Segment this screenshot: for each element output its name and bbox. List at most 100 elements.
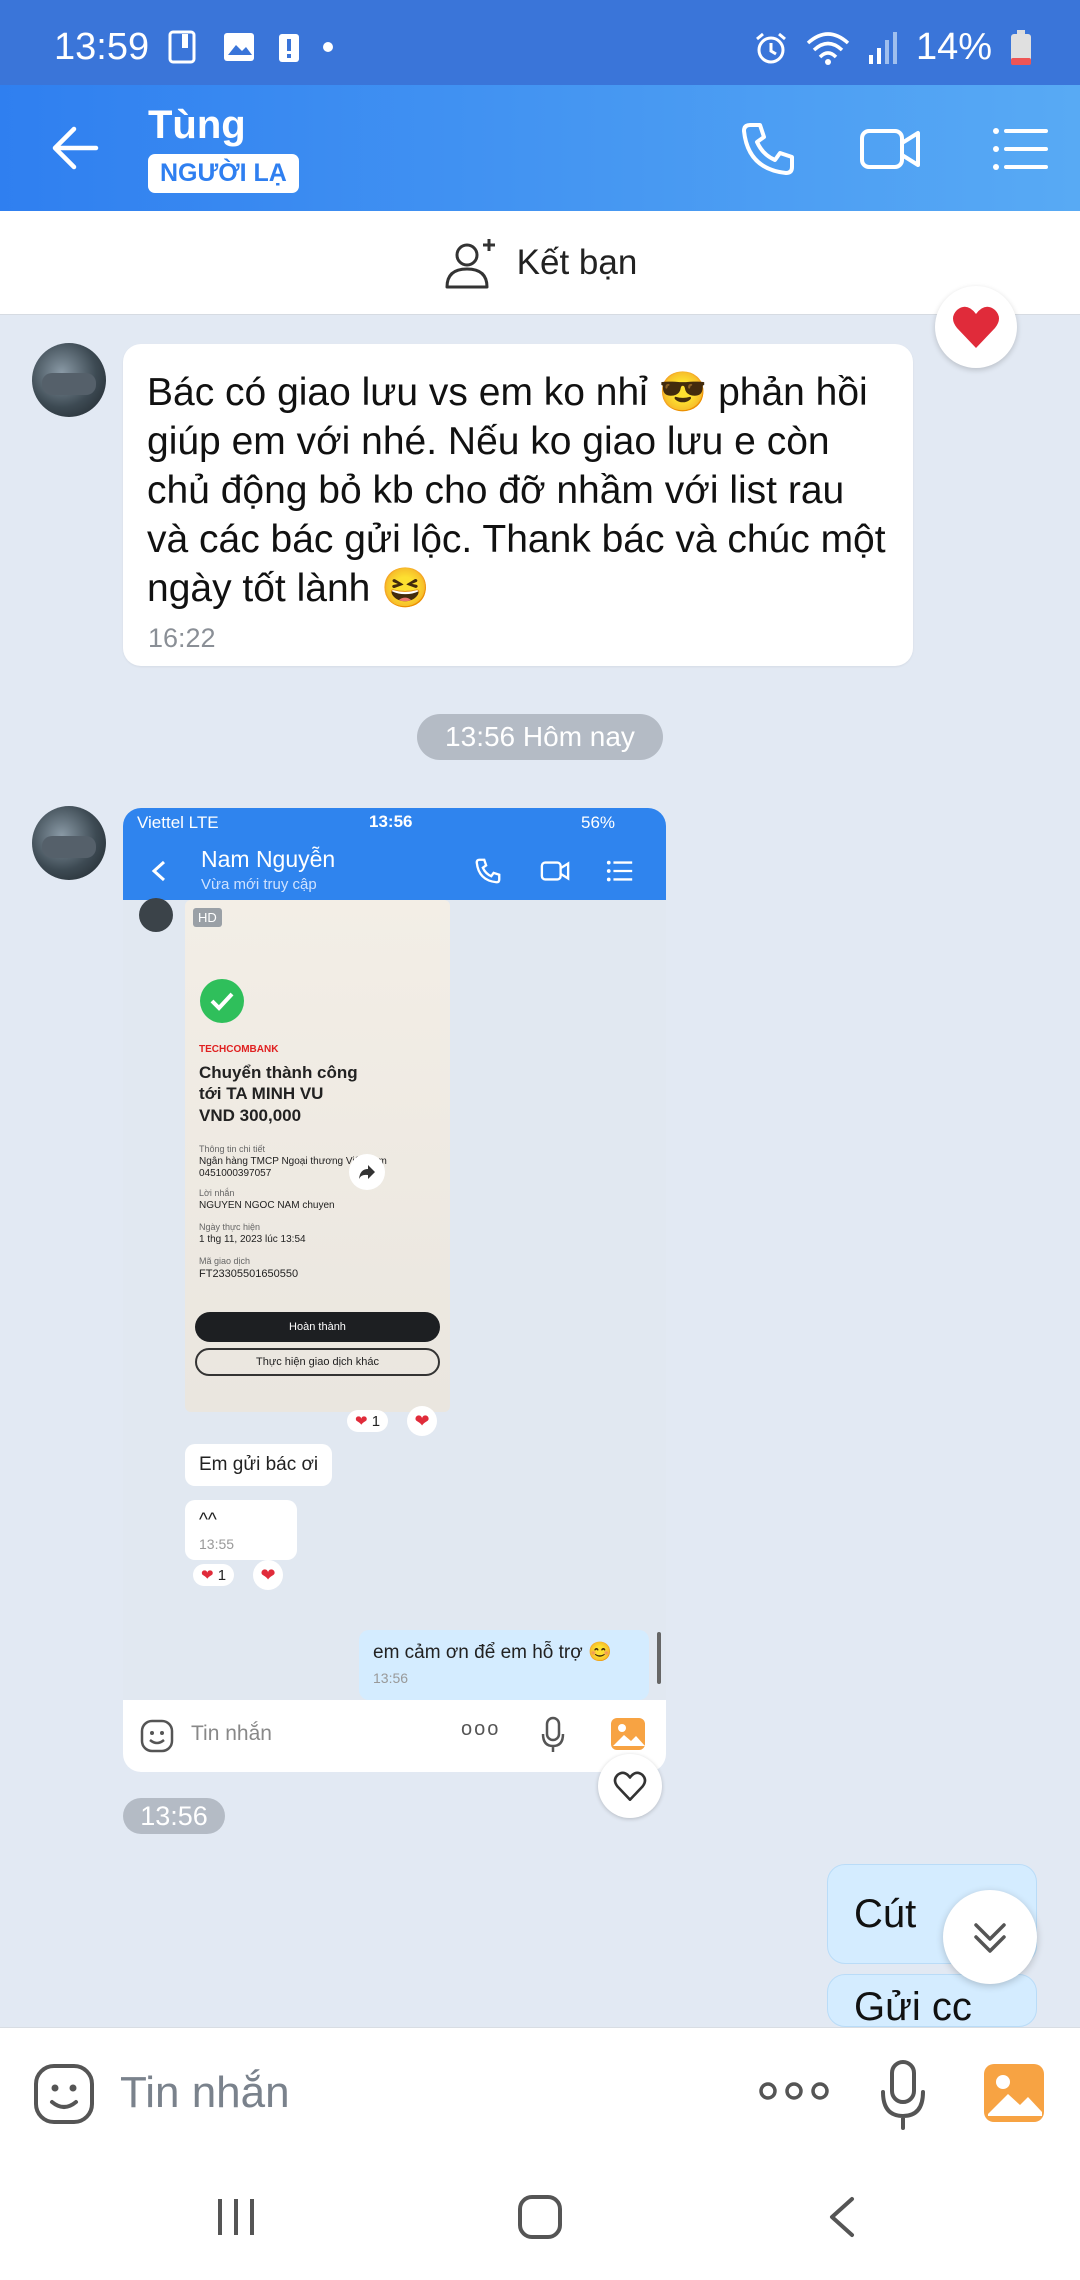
phone-call-icon[interactable]: [736, 117, 800, 181]
scroll-down-button[interactable]: [943, 1890, 1037, 1984]
small-heart-icon: ❤: [355, 1413, 368, 1430]
message-bubble[interactable]: Bác có giao lưu vs em ko nhỉ 😎 phản hồi …: [123, 344, 913, 666]
note-value: NGUYEN NGOC NAM chuyen: [199, 1200, 335, 1211]
embedded-mic-icon: [541, 1716, 565, 1752]
embedded-carrier: Viettel LTE: [137, 813, 219, 832]
embedded-contact-name: Nam Nguyễn: [201, 846, 336, 872]
reaction-count: 1: [217, 1567, 227, 1584]
reaction-heart-button[interactable]: [935, 286, 1017, 368]
account-number: 0451000397057: [199, 1168, 272, 1179]
back-arrow-icon[interactable]: [44, 117, 106, 179]
avatar[interactable]: [32, 806, 106, 880]
note-label: Lời nhắn: [199, 1188, 235, 1198]
reaction-count: 1: [371, 1413, 381, 1430]
done-button: Hoàn thành: [195, 1312, 440, 1342]
embedded-video-icon: [540, 861, 570, 881]
embedded-scrollbar: [657, 1632, 661, 1684]
embedded-input-placeholder: Tin nhắn: [191, 1722, 272, 1745]
microphone-icon[interactable]: [880, 2060, 926, 2130]
embedded-time: 13:56: [369, 812, 413, 831]
embedded-message-text: ^^: [199, 1510, 217, 1531]
embedded-status-bar: Viettel LTE 13:56 56%: [123, 808, 666, 838]
embedded-input-bar: Tin nhắn ooo: [123, 1700, 666, 1772]
embedded-image-icon: [611, 1718, 645, 1750]
embedded-message-out: em cảm ơn để em hỗ trợ 😊 13:56: [359, 1630, 649, 1700]
notification-icons: [168, 30, 334, 64]
back-nav-icon[interactable]: [822, 2195, 862, 2239]
embedded-message-time: 13:55: [199, 1536, 235, 1552]
like-button[interactable]: [598, 1754, 662, 1818]
battery-icon: [1011, 29, 1031, 65]
code-value: FT23305501650550: [199, 1268, 299, 1280]
embedded-header: Nam Nguyễn Vừa mới truy cập: [123, 838, 666, 900]
success-check-icon: [200, 979, 244, 1023]
embedded-share-icon: [349, 1154, 385, 1190]
bank-receipt-image: HD TECHCOMBANK Chuyển thành công tới TA …: [185, 900, 450, 1412]
message-text: Cút: [854, 1891, 917, 1936]
system-nav-bar: [0, 2157, 1080, 2280]
signal-icon: [868, 31, 897, 64]
alarm-icon: [755, 32, 786, 63]
stranger-badge: NGƯỜI LẠ: [148, 154, 299, 193]
embedded-heart-icon: ❤: [253, 1560, 283, 1590]
date-label: Ngày thực hiện: [199, 1222, 261, 1232]
embedded-sticker-icon: [140, 1719, 174, 1753]
gallery-icon: [224, 33, 254, 61]
embedded-reaction-count: ❤ 1: [347, 1410, 389, 1432]
wifi-icon: [806, 31, 850, 65]
message-input[interactable]: Tin nhắn: [120, 2068, 290, 2118]
image-time: 13:56: [123, 1798, 225, 1834]
small-heart-icon: ❤: [201, 1567, 214, 1584]
date-separator: 13:56 Hôm nay: [417, 714, 663, 760]
avatar[interactable]: [32, 343, 106, 417]
detail-label: Thông tin chi tiết: [199, 1144, 266, 1154]
contact-name[interactable]: Tùng: [148, 103, 246, 148]
embedded-battery: 56%: [581, 813, 616, 832]
embedded-back-icon: [151, 860, 166, 882]
transfer-amount: VND 300,000: [199, 1106, 302, 1125]
recent-apps-icon[interactable]: [214, 2197, 258, 2237]
sticker-icon[interactable]: [32, 2062, 96, 2126]
add-friend-label: Kết bạn: [516, 242, 638, 282]
embedded-message: Em gửi bác ơi: [185, 1444, 333, 1486]
message-time: 16:22: [148, 623, 216, 653]
embedded-menu-icon: [606, 860, 633, 882]
image-picker-icon[interactable]: [982, 2062, 1046, 2124]
status-time: 13:59: [54, 26, 150, 68]
embedded-message-text: em cảm ơn để em hỗ trợ 😊: [373, 1642, 612, 1663]
embedded-avatar: [139, 898, 173, 932]
menu-list-icon[interactable]: [988, 117, 1052, 181]
message-input-bar: Tin nhắn: [0, 2027, 1080, 2157]
embedded-more-icon: ooo: [461, 1718, 501, 1740]
embedded-reaction-count: ❤ 1: [193, 1564, 235, 1586]
bank-name: Ngân hàng TMCP Ngoại thương Việt Nam: [199, 1156, 387, 1167]
code-label: Mã giao dịch: [199, 1256, 251, 1266]
embedded-message: ^^ 13:55: [185, 1500, 297, 1560]
other-transaction-button: Thực hiện giao dịch khác: [195, 1348, 440, 1376]
alert-icon: [279, 34, 299, 62]
add-friend-button[interactable]: Kết bạn: [0, 211, 1080, 315]
image-message[interactable]: Viettel LTE 13:56 56% Nam Nguyễn Vừa mới…: [123, 808, 666, 1772]
bank-logo: TECHCOMBANK: [199, 1044, 279, 1055]
dot-icon: [323, 42, 333, 52]
embedded-heart-icon: ❤: [407, 1406, 437, 1436]
embedded-phone-icon: [475, 858, 501, 884]
embedded-message-time: 13:56: [373, 1670, 409, 1686]
embedded-subtitle: Vừa mới truy cập: [201, 876, 317, 893]
outgoing-message[interactable]: Gửi cc: [827, 1974, 1037, 2027]
date-value: 1 thg 11, 2023 lúc 13:54: [199, 1234, 306, 1245]
heart-icon: [953, 306, 999, 348]
status-bar: 13:59 14%: [0, 0, 1080, 85]
double-chevron-down-icon: [974, 1923, 1006, 1953]
video-call-icon[interactable]: [858, 117, 922, 181]
add-person-icon: [445, 238, 495, 288]
battery-percent: 14%: [915, 26, 992, 68]
message-text: Bác có giao lưu vs em ko nhỉ 😎 phản hồi …: [147, 371, 886, 610]
more-options-icon[interactable]: [758, 2076, 830, 2106]
heart-outline-icon: [613, 1771, 647, 1801]
home-icon[interactable]: [516, 2193, 564, 2241]
chat-header: Tùng NGƯỜI LẠ: [0, 85, 1080, 211]
hd-badge: HD: [193, 908, 222, 927]
transfer-title: Chuyển thành công tới TA MINH VU: [199, 1063, 358, 1103]
message-text: Gửi cc: [854, 1985, 972, 2027]
